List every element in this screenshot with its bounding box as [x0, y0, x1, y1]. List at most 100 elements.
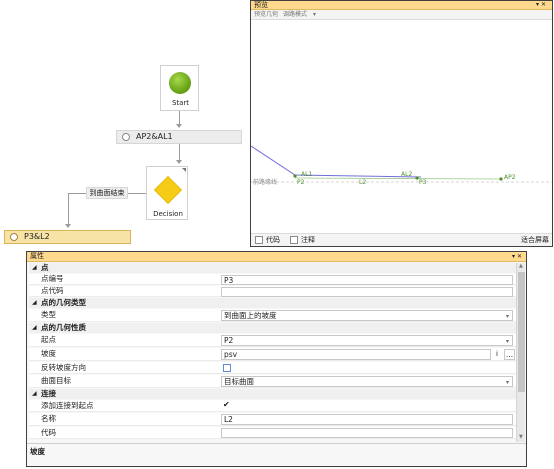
row-label: 曲面目标	[41, 376, 71, 385]
row-label: 坡度	[41, 349, 56, 358]
start-icon	[169, 72, 191, 94]
tab-preview-geometry[interactable]: 预览几何	[254, 11, 278, 19]
section-geometry-type[interactable]: ◢ 点的几何类型	[29, 298, 516, 308]
scrollbar-thumb[interactable]	[518, 272, 525, 392]
point-marker	[293, 174, 297, 178]
properties-title: 属性	[30, 252, 44, 260]
profile-line-blue	[251, 145, 422, 178]
row-label: 起点	[41, 335, 56, 344]
code-checkbox[interactable]	[255, 236, 263, 244]
decision-node[interactable]: Decision	[146, 166, 188, 220]
start-node[interactable]: Start	[160, 65, 199, 111]
preview-canvas[interactable]	[251, 21, 552, 231]
corner-marker-icon	[182, 168, 186, 172]
arrow-down-icon	[176, 124, 182, 128]
row-label: 反转坡度方向	[41, 363, 86, 372]
section-label: 点的几何性质	[41, 323, 86, 332]
properties-titlebar: 属性 ▾ ✕	[27, 252, 526, 262]
preview-window: 预览 ▾ ✕ 预览几何 调路模式 ▾ 前路缘线 AL1 P2 L2 AL2 P3…	[250, 0, 553, 247]
step-node-p3-l2[interactable]: P3&L2	[4, 230, 131, 244]
tab-road-mode[interactable]: 调路模式	[283, 11, 307, 19]
point-label-p2: P2	[297, 179, 305, 186]
section-label: 连接	[41, 389, 56, 398]
row-name: 名称 L2	[29, 413, 516, 426]
row-label: 点编号	[41, 274, 64, 283]
start-label: Start	[171, 99, 190, 107]
property-grid: ◢ 点 点编号 P3 点代码 ◢ 点的几何类型 类型 到曲面上的坡度 ▾ ◢ 点…	[29, 263, 516, 442]
type-dropdown[interactable]: 到曲面上的坡度 ▾	[221, 310, 513, 321]
radio-icon	[10, 233, 18, 241]
fit-screen-button[interactable]: 适合屏幕	[521, 235, 549, 246]
section-point[interactable]: ◢ 点	[29, 263, 516, 273]
row-label: 类型	[41, 310, 56, 319]
point-code-input[interactable]	[221, 287, 513, 297]
connector-line	[68, 193, 69, 226]
collapse-icon: ◢	[32, 390, 37, 397]
info-icon[interactable]: i	[496, 349, 498, 359]
radio-icon	[122, 133, 130, 141]
window-controls-icon[interactable]: ▾ ✕	[512, 252, 522, 261]
row-type: 类型 到曲面上的坡度 ▾	[29, 309, 516, 322]
reverse-slope-checkbox[interactable]	[223, 364, 231, 372]
preview-tabbar: 预览几何 调路模式 ▾	[251, 10, 552, 20]
row-reverse-slope: 反转坡度方向	[29, 362, 516, 374]
slope-more-button[interactable]: ...	[504, 349, 515, 360]
preview-title: 预览	[254, 1, 268, 9]
add-link-checkbox[interactable]: ✔	[223, 400, 230, 410]
row-point-number: 点编号 P3	[29, 274, 516, 285]
chevron-down-icon: ▾	[505, 313, 509, 320]
row-label: 代码	[41, 428, 56, 437]
decision-label: Decision	[153, 210, 183, 218]
axis-label: 前路缘线	[253, 179, 278, 186]
row-label: 名称	[41, 414, 56, 423]
arrow-down-icon	[65, 224, 71, 228]
scroll-up-icon[interactable]: ▲	[519, 263, 523, 269]
chevron-down-icon[interactable]: ▾	[313, 11, 316, 19]
point-label-ap2: AP2	[504, 174, 516, 181]
section-link[interactable]: ◢ 连接	[29, 389, 516, 399]
comment-checkbox-label: 注释	[301, 236, 315, 244]
name-input[interactable]: L2	[221, 414, 513, 425]
collapse-icon: ◢	[32, 264, 37, 271]
window-controls-icon[interactable]: ▾ ✕	[536, 1, 546, 9]
code-checkbox-label: 代码	[266, 236, 280, 244]
section-geometry-properties[interactable]: ◢ 点的几何性质	[29, 323, 516, 333]
row-point-code: 点代码	[29, 286, 516, 297]
decision-diamond-icon	[155, 177, 181, 203]
surface-target-dropdown[interactable]: 目标曲面 ▾	[221, 376, 513, 387]
description-title: 坡度	[30, 447, 45, 456]
code-input[interactable]	[221, 428, 513, 438]
line-label-l2: L2	[359, 179, 367, 186]
step-label: P3&L2	[24, 232, 50, 241]
row-code: 代码	[29, 427, 516, 439]
row-label: 添加连接到起点	[41, 401, 94, 410]
preview-titlebar: 预览 ▾ ✕	[251, 1, 552, 10]
point-label-al1: AL1	[301, 171, 313, 178]
step-node-ap2-al1[interactable]: AP2&AL1	[116, 130, 242, 144]
slope-input[interactable]: psv	[221, 349, 491, 360]
flowchart-canvas: Start AP2&AL1 Decision 到曲面结束 P3&L2	[0, 0, 250, 248]
properties-panel: 属性 ▾ ✕ ◢ 点 点编号 P3 点代码 ◢ 点的几何类型 类型 到曲面上的坡…	[26, 251, 527, 467]
step-label: AP2&AL1	[136, 132, 173, 141]
point-number-input[interactable]: P3	[221, 275, 513, 285]
point-label-p3: P3	[419, 179, 427, 186]
chevron-down-icon: ▾	[505, 379, 509, 386]
point-marker	[499, 177, 503, 181]
vertical-scrollbar[interactable]: ▲ ▼	[516, 263, 525, 442]
row-slope: 坡度 psv i ...	[29, 348, 516, 361]
comment-checkbox[interactable]	[290, 236, 298, 244]
section-label: 点	[41, 263, 49, 272]
collapse-icon: ◢	[32, 324, 37, 331]
row-label: 点代码	[41, 286, 64, 295]
description-divider	[27, 443, 526, 444]
scroll-down-icon[interactable]: ▼	[519, 434, 523, 440]
arrow-down-icon	[176, 160, 182, 164]
point-label-al2: AL2	[401, 171, 413, 178]
from-point-dropdown[interactable]: P2 ▾	[221, 335, 513, 346]
preview-statusbar: 代码 注释 适合屏幕	[251, 233, 552, 246]
row-add-link: 添加连接到起点 ✔	[29, 400, 516, 412]
profile-line-green	[294, 177, 502, 180]
row-surface-target: 曲面目标 目标曲面 ▾	[29, 375, 516, 388]
section-label: 点的几何类型	[41, 298, 86, 307]
edge-label[interactable]: 到曲面结束	[86, 187, 128, 199]
